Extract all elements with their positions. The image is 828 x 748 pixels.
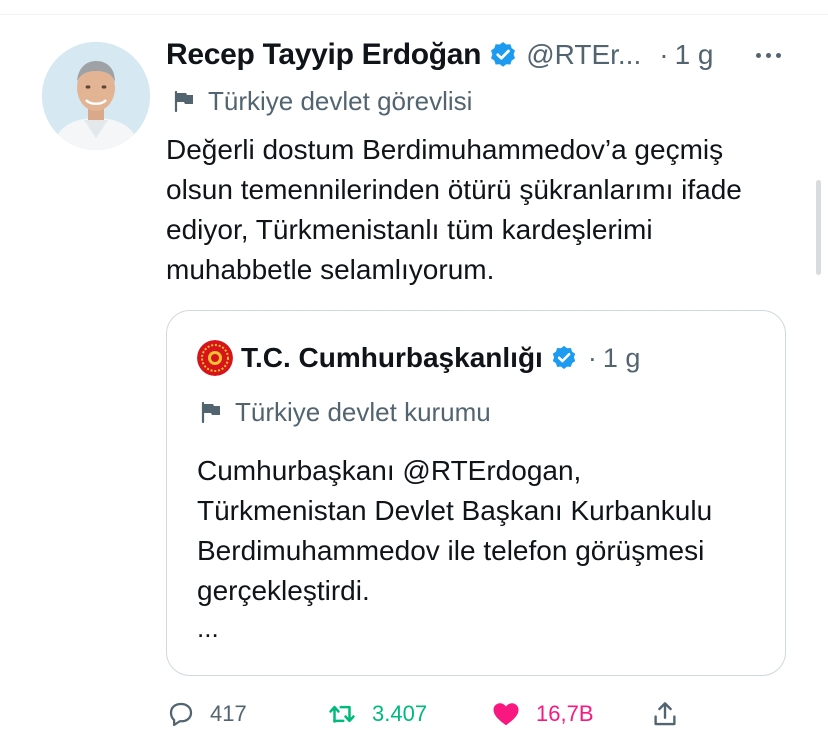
flag-icon <box>201 401 220 424</box>
account-label-text: Türkiye devlet görevlisi <box>208 85 473 116</box>
share-icon <box>654 702 676 726</box>
more-dots-icon <box>756 52 761 58</box>
verified-badge-icon <box>491 42 516 67</box>
quoted-account-label[interactable]: Türkiye devlet kurumu <box>199 395 491 429</box>
separator-dot: · <box>587 342 597 373</box>
quoted-tweet-timestamp[interactable]: 1 g <box>603 343 641 374</box>
reply-count: 417 <box>210 701 247 726</box>
scrollbar-thumb[interactable] <box>816 180 821 275</box>
author-name[interactable]: Recep Tayyip Erdoğan <box>166 38 482 72</box>
verified-badge-icon <box>552 345 576 369</box>
show-more-ellipsis: ... <box>197 613 219 643</box>
heart-icon <box>493 703 519 726</box>
share-button[interactable] <box>650 694 680 734</box>
tweet-timestamp[interactable]: 1 g <box>675 39 714 71</box>
like-button[interactable]: 16,7B <box>490 694 594 734</box>
flag-icon <box>174 90 193 113</box>
tweet-text: Değerli dostum Berdimuhammedov’a geçmiş … <box>166 134 742 285</box>
author-avatar[interactable] <box>42 42 150 150</box>
quoted-author-name[interactable]: T.C. Cumhurbaşkanlığı <box>241 342 543 374</box>
separator-dot: · <box>659 39 669 70</box>
presidential-seal-icon <box>197 340 233 376</box>
quoted-account-label-text: Türkiye devlet kurumu <box>235 396 491 427</box>
top-divider <box>0 14 828 15</box>
tweet-header: Recep Tayyip Erdoğan @RTEr... · 1 g <box>166 35 714 75</box>
quoted-tweet-text: Cumhurbaşkanı @RTErdogan, Türkmenistan D… <box>197 455 713 606</box>
like-count: 16,7B <box>536 701 594 726</box>
profile-photo <box>42 42 150 150</box>
retweet-button[interactable]: 3.407 <box>326 694 427 734</box>
quoted-tweet-header: T.C. Cumhurbaşkanlığı · 1 g <box>197 339 640 377</box>
tweet-actions: 417 3.407 16,7B <box>166 694 726 734</box>
reply-button[interactable]: 417 <box>166 694 247 734</box>
account-label[interactable]: Türkiye devlet görevlisi <box>172 84 472 118</box>
retweet-icon <box>329 705 355 723</box>
reply-icon <box>169 702 193 727</box>
quoted-tweet-card[interactable]: T.C. Cumhurbaşkanlığı · 1 g Türkiye devl… <box>166 310 786 676</box>
more-options-button[interactable] <box>756 48 790 62</box>
retweet-count: 3.407 <box>372 701 428 726</box>
author-handle[interactable]: @RTEr... <box>526 39 641 71</box>
